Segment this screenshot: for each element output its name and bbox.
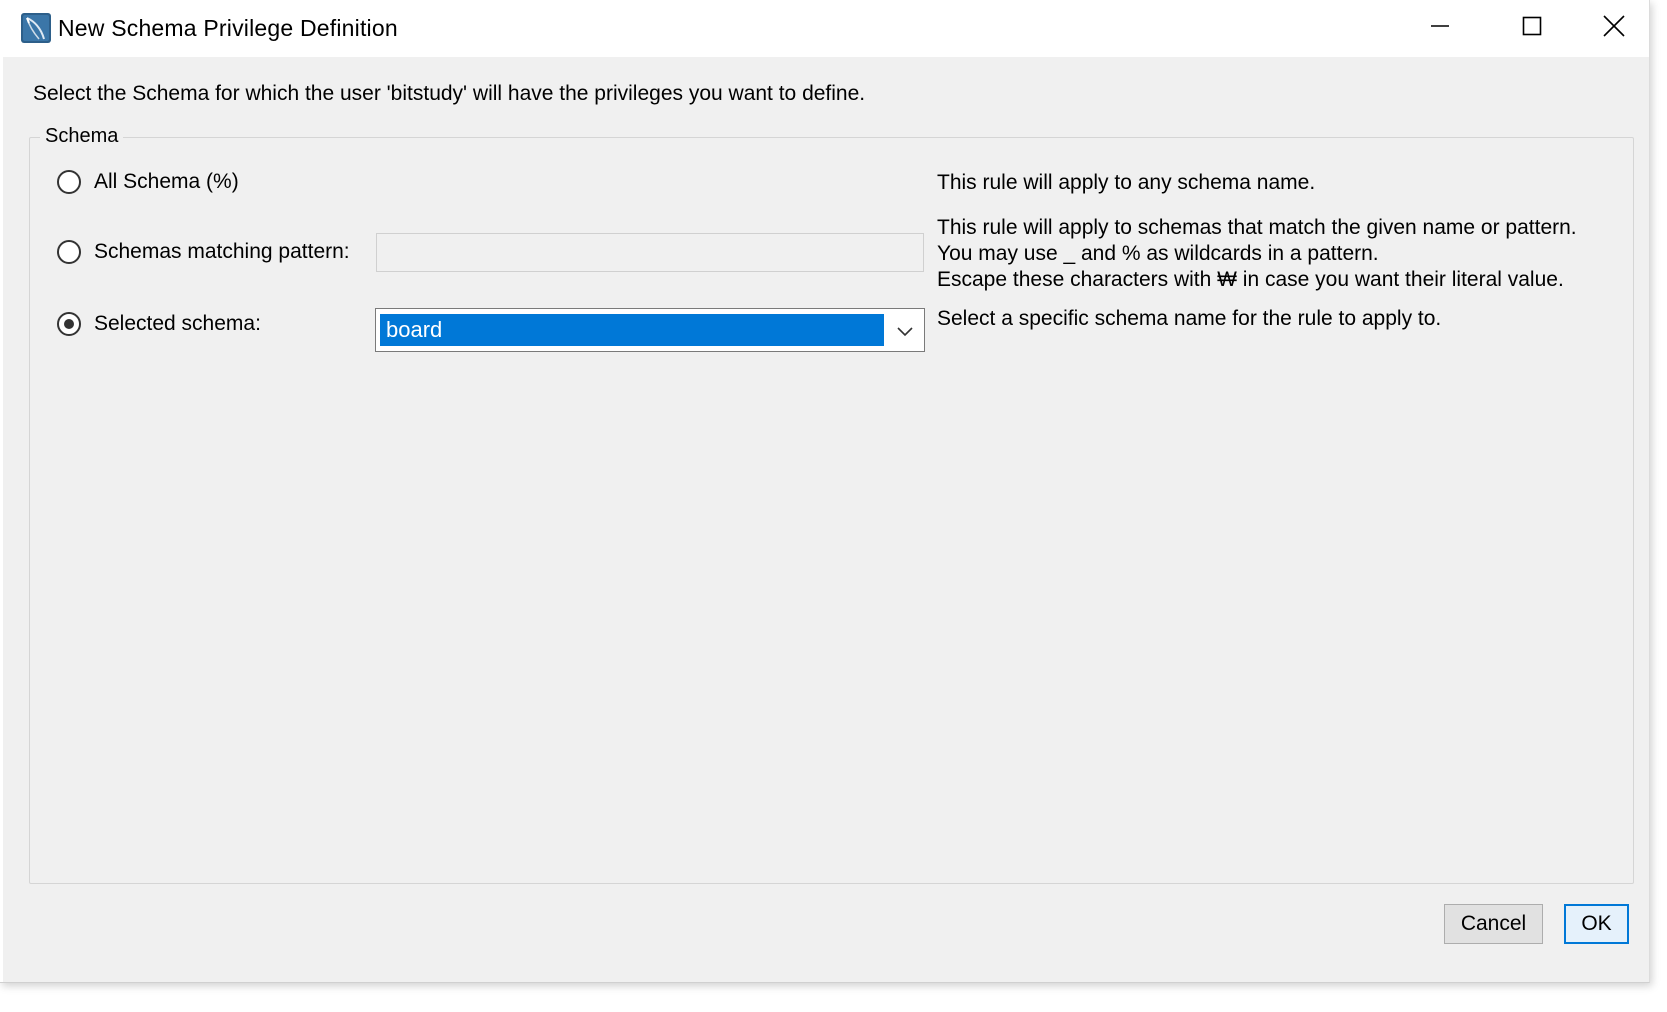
pattern-description: This rule will apply to schemas that mat… xyxy=(937,215,1577,293)
description-line: Select a specific schema name for the ru… xyxy=(937,307,1442,330)
pattern-label: Schemas matching pattern: xyxy=(94,240,350,263)
all-schema-radio[interactable] xyxy=(57,170,81,194)
all-schema-label: All Schema (%) xyxy=(94,170,239,193)
dialog-window: New Schema Privilege Definition Select t… xyxy=(0,0,1650,983)
schema-select[interactable]: board xyxy=(375,308,925,352)
mysql-workbench-icon xyxy=(20,12,52,44)
window-left-edge xyxy=(0,57,3,982)
schema-select-value: board xyxy=(380,314,884,346)
pattern-input[interactable] xyxy=(376,233,924,272)
chevron-down-icon[interactable] xyxy=(892,319,918,343)
selected-schema-option[interactable]: Selected schema: xyxy=(57,312,261,336)
description-line: Escape these characters with ₩ in case y… xyxy=(937,268,1564,291)
schema-group-legend: Schema xyxy=(40,125,124,148)
maximize-icon xyxy=(1522,16,1542,41)
close-icon xyxy=(1602,15,1625,42)
description-line: You may use _ and % as wildcards in a pa… xyxy=(937,242,1379,265)
ok-button[interactable]: OK xyxy=(1564,904,1629,944)
pattern-option[interactable]: Schemas matching pattern: xyxy=(57,240,350,264)
maximize-button[interactable] xyxy=(1486,0,1578,57)
window-title: New Schema Privilege Definition xyxy=(58,15,398,41)
title-bar[interactable]: New Schema Privilege Definition xyxy=(0,0,1649,57)
minimize-icon xyxy=(1430,16,1450,41)
cancel-button[interactable]: Cancel xyxy=(1444,904,1543,944)
selected-schema-radio[interactable] xyxy=(57,312,81,336)
description-line: This rule will apply to schemas that mat… xyxy=(937,216,1577,239)
minimize-button[interactable] xyxy=(1394,0,1486,57)
pattern-radio[interactable] xyxy=(57,240,81,264)
selected-schema-label: Selected schema: xyxy=(94,312,261,335)
all-schema-description: This rule will apply to any schema name. xyxy=(937,170,1315,196)
selected-schema-description: Select a specific schema name for the ru… xyxy=(937,306,1441,332)
close-button[interactable] xyxy=(1578,0,1649,57)
description-line: This rule will apply to any schema name. xyxy=(937,171,1316,194)
instruction-text: Select the Schema for which the user 'bi… xyxy=(33,82,866,105)
all-schema-option[interactable]: All Schema (%) xyxy=(57,170,239,194)
